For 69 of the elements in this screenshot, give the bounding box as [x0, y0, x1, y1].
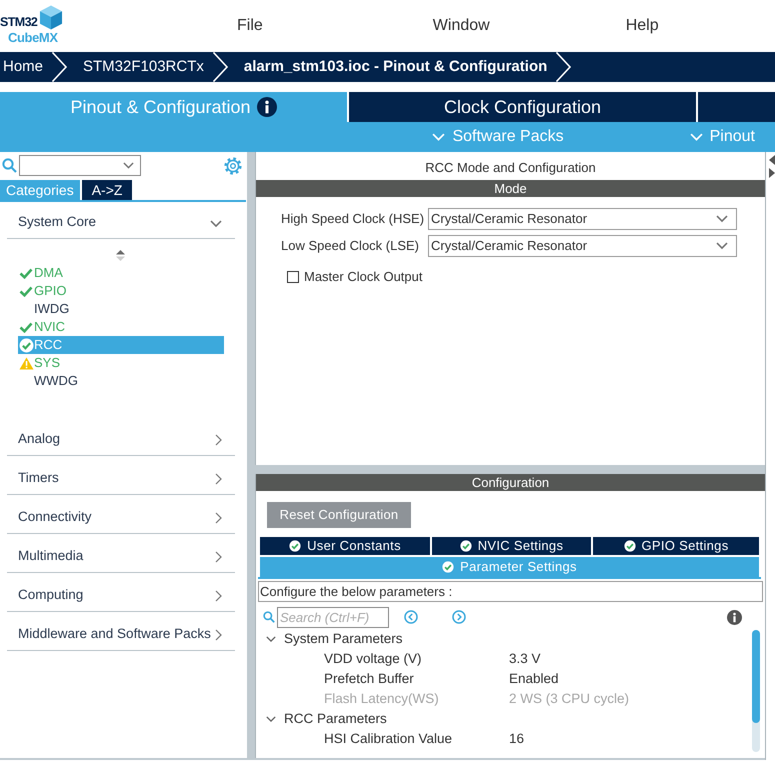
section-header: Mode — [256, 180, 765, 197]
menu-item[interactable]: Window — [428, 12, 494, 40]
tab[interactable]: A->Z — [82, 180, 132, 200]
panel-title: RCC Mode and Configuration — [424, 159, 597, 177]
category-item[interactable]: Connectivity — [7, 495, 235, 534]
chevron-down-icon — [716, 215, 728, 223]
tree-group[interactable]: System Parameters — [256, 629, 752, 649]
logo-text: CubeMX — [8, 31, 59, 45]
menu-item[interactable]: File — [233, 12, 267, 40]
breadcrumb-link[interactable]: Home — [2, 56, 44, 78]
chevron-down-icon — [690, 133, 703, 141]
check-circle-icon — [442, 561, 454, 573]
dropdown[interactable]: Crystal/Ceramic Resonator — [428, 208, 737, 230]
circled-chevron-left-icon[interactable] — [404, 610, 418, 624]
breadcrumb-link[interactable]: STM32F103RCTx — [82, 56, 205, 78]
chevron-right-icon — [555, 52, 572, 82]
check-circle-icon — [289, 540, 302, 552]
scrollbar-thumb[interactable] — [752, 630, 760, 723]
chevron-down-icon — [123, 162, 134, 169]
search-dropdown[interactable] — [19, 155, 141, 176]
check-circle-icon — [624, 540, 636, 552]
tab[interactable]: GPIO Settings — [593, 537, 759, 555]
breadcrumb-link[interactable]: alarm_stm103.ioc - Pinout & Configuration — [242, 56, 548, 78]
category-item[interactable]: System Core — [7, 202, 235, 239]
list-item[interactable]: WWDG — [18, 372, 224, 390]
parameter-name: Flash Latency(WS) — [324, 690, 440, 708]
parameter-value: 3.3 V — [509, 650, 541, 668]
parameter-name: VDD voltage (V) — [324, 650, 423, 668]
list-item[interactable]: IWDG — [18, 300, 224, 318]
search-icon — [263, 611, 275, 623]
menu-item[interactable]: Help — [622, 12, 663, 40]
triangle-right-icon[interactable] — [769, 168, 775, 178]
circled-chevron-right-icon[interactable] — [452, 610, 466, 624]
sort-icon[interactable] — [116, 250, 125, 261]
tree-group[interactable]: RCC Parameters — [256, 709, 752, 729]
scrollbar-track[interactable] — [752, 630, 760, 752]
field-label: High Speed Clock (HSE) — [281, 210, 426, 228]
cube-logo-icon — [39, 4, 64, 31]
triangle-left-icon[interactable] — [769, 155, 775, 165]
search-field[interactable]: Search (Ctrl+F) — [277, 606, 389, 628]
parameter-value: 16 — [509, 730, 524, 748]
parameter-value: Enabled — [509, 670, 559, 688]
tab[interactable]: User Constants — [260, 537, 430, 555]
chevron-right-icon — [51, 52, 68, 82]
chevron-right-icon — [212, 52, 229, 82]
category-item[interactable]: Timers — [7, 456, 235, 495]
category-item[interactable]: Middleware and Software Packs — [7, 612, 235, 651]
checkbox-label: Master Clock Output — [304, 268, 422, 286]
checkbox[interactable] — [287, 270, 299, 283]
section-header: Configuration — [256, 474, 765, 491]
info-icon[interactable] — [256, 97, 277, 117]
parameter-name: Prefetch Buffer — [324, 670, 415, 688]
chevron-down-icon — [432, 133, 446, 141]
dropdown[interactable]: Crystal/Ceramic Resonator — [428, 235, 737, 257]
logo-text: STM32 — [0, 16, 38, 29]
check-circle-icon — [460, 540, 472, 552]
parameter-name: HSI Calibration Value — [324, 730, 454, 748]
tab[interactable]: NVIC Settings — [432, 537, 591, 555]
settings-icon[interactable] — [224, 156, 242, 174]
search-icon — [2, 158, 17, 173]
info-icon[interactable] — [727, 610, 742, 624]
field-label: Low Speed Clock (LSE) — [281, 237, 420, 256]
chevron-down-icon — [716, 242, 728, 250]
instructions-text: Configure the below parameters : — [258, 581, 763, 602]
parameter-value: 2 WS (3 CPU cycle) — [509, 690, 630, 708]
category-item[interactable]: Analog — [7, 417, 235, 456]
category-item[interactable]: Multimedia — [7, 534, 235, 573]
category-item[interactable]: Computing — [7, 573, 235, 612]
tab[interactable]: Clock Configuration — [349, 92, 696, 122]
